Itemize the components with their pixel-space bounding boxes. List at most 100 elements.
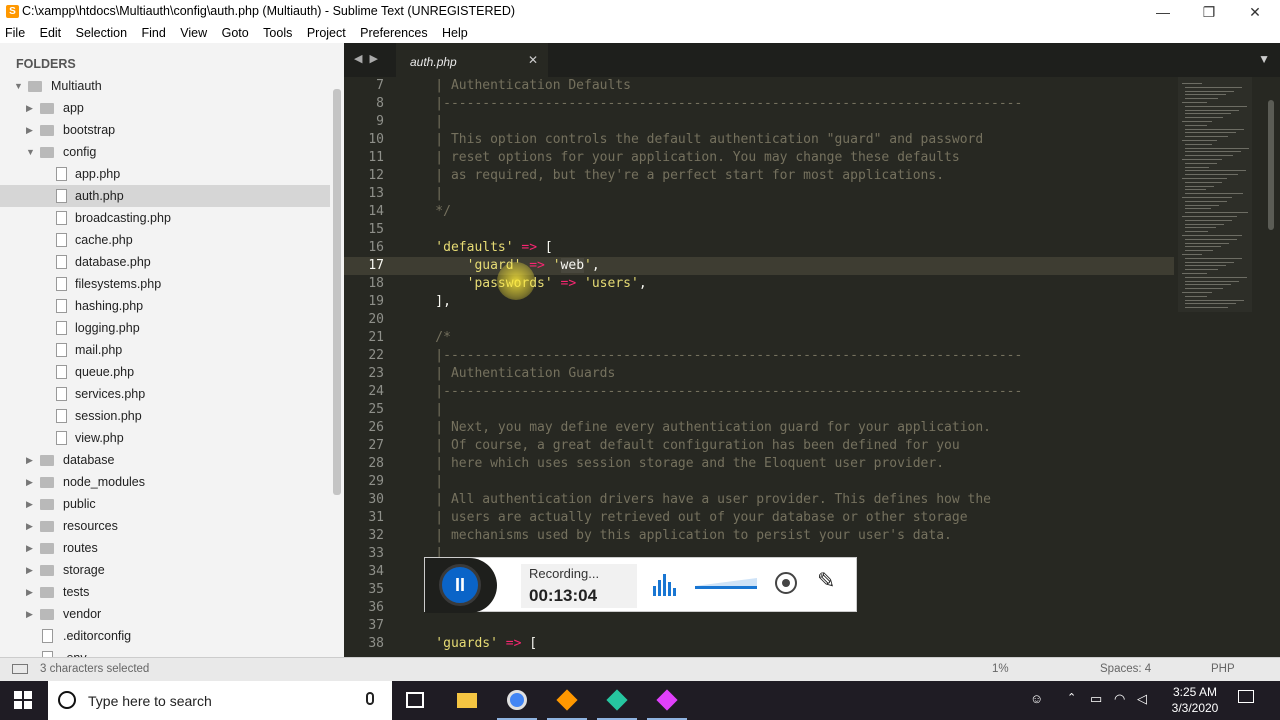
sidebar-item-auth-php[interactable]: auth.php xyxy=(0,185,330,207)
code-line[interactable]: 'guards' => [ xyxy=(404,635,537,653)
sidebar-item-mail-php[interactable]: mail.php xyxy=(0,339,330,361)
taskbar-file-explorer[interactable] xyxy=(443,681,491,720)
taskbar-app-multicolor[interactable] xyxy=(643,681,691,720)
code-line[interactable]: 'defaults' => [ xyxy=(404,239,552,257)
chevron-right-icon[interactable]: ▶ xyxy=(26,119,33,141)
code-line[interactable]: | as required, but they're a perfect sta… xyxy=(404,167,944,185)
volume-slider[interactable] xyxy=(695,586,757,589)
menu-edit[interactable]: Edit xyxy=(40,24,62,40)
code-line[interactable]: | xyxy=(404,473,443,491)
microphone-icon[interactable] xyxy=(366,692,374,705)
code-line[interactable]: | This option controls the default authe… xyxy=(404,131,983,149)
chevron-right-icon[interactable]: ▶ xyxy=(26,603,33,625)
minimap[interactable] xyxy=(1178,77,1252,312)
pen-icon[interactable]: ✎ xyxy=(817,568,835,594)
code-line[interactable]: | reset options for your application. Yo… xyxy=(404,149,959,167)
pause-recording-button[interactable]: II xyxy=(439,564,481,606)
chevron-right-icon[interactable]: ▶ xyxy=(26,581,33,603)
chevron-right-icon[interactable]: ▶ xyxy=(26,559,33,581)
sidebar-item-filesystems-php[interactable]: filesystems.php xyxy=(0,273,330,295)
code-line[interactable]: | xyxy=(404,401,443,419)
sidebar-item-session-php[interactable]: session.php xyxy=(0,405,330,427)
code-line[interactable]: | mechanisms used by this application to… xyxy=(404,527,952,545)
chevron-down-icon[interactable]: ▼ xyxy=(26,141,35,163)
code-line[interactable]: |---------------------------------------… xyxy=(404,383,1022,401)
tab-dropdown-icon[interactable]: ▼ xyxy=(1258,52,1270,66)
windows-start-icon[interactable] xyxy=(14,691,32,709)
minimize-button[interactable]: — xyxy=(1140,0,1186,24)
sidebar-item-database[interactable]: ▶ database xyxy=(0,449,330,471)
sidebar-item-routes[interactable]: ▶ routes xyxy=(0,537,330,559)
chevron-right-icon[interactable]: ▶ xyxy=(26,537,33,559)
menu-tools[interactable]: Tools xyxy=(263,24,292,40)
sidebar-item-vendor[interactable]: ▶ vendor xyxy=(0,603,330,625)
wifi-icon[interactable]: ◠ xyxy=(1114,691,1125,707)
chevron-right-icon[interactable]: ▶ xyxy=(26,515,33,537)
code-line[interactable]: | Of course, a great default configurati… xyxy=(404,437,959,455)
sidebar-item-node-modules[interactable]: ▶ node_modules xyxy=(0,471,330,493)
sidebar-item-app-php[interactable]: app.php xyxy=(0,163,330,185)
chevron-down-icon[interactable]: ▼ xyxy=(14,75,23,97)
sidebar-item-config[interactable]: ▼ config xyxy=(0,141,330,163)
sidebar-item-broadcasting-php[interactable]: broadcasting.php xyxy=(0,207,330,229)
sidebar-item-cache-php[interactable]: cache.php xyxy=(0,229,330,251)
taskbar-chrome[interactable] xyxy=(493,681,541,720)
tab-close-icon[interactable]: ✕ xyxy=(528,53,538,67)
taskbar-sublime-text[interactable] xyxy=(543,681,591,720)
code-line[interactable]: | Authentication Guards xyxy=(404,365,615,383)
audio-level-icon[interactable] xyxy=(653,574,679,596)
indentation-status[interactable]: Spaces: 4 xyxy=(1100,663,1151,675)
menu-file[interactable]: File xyxy=(5,24,25,40)
people-icon[interactable]: ☺ xyxy=(1030,691,1043,706)
chevron-right-icon[interactable]: ▶ xyxy=(26,493,33,515)
menu-view[interactable]: View xyxy=(180,24,207,40)
sidebar-item-app[interactable]: ▶ app xyxy=(0,97,330,119)
notifications-icon[interactable] xyxy=(1238,690,1254,703)
sidebar-item-logging-php[interactable]: logging.php xyxy=(0,317,330,339)
syntax-status[interactable]: PHP xyxy=(1211,663,1235,675)
close-button[interactable]: ✕ xyxy=(1232,0,1278,24)
code-line[interactable]: */ xyxy=(404,203,451,221)
code-line[interactable]: |---------------------------------------… xyxy=(404,347,1022,365)
webcam-icon[interactable] xyxy=(775,572,797,594)
sidebar-item-env[interactable]: .env xyxy=(0,647,330,657)
sidebar-item-bootstrap[interactable]: ▶ bootstrap xyxy=(0,119,330,141)
chevron-right-icon[interactable]: ▶ xyxy=(26,449,33,471)
tab-nav-arrows[interactable]: ◀ ▶ xyxy=(354,52,380,65)
sidebar-item-resources[interactable]: ▶ resources xyxy=(0,515,330,537)
taskbar-search-box[interactable]: Type here to search xyxy=(48,681,392,720)
code-line[interactable]: | here which uses session storage and th… xyxy=(404,455,944,473)
code-line[interactable]: | users are actually retrieved out of yo… xyxy=(404,509,967,527)
taskbar-app-green-arrow[interactable] xyxy=(593,681,641,720)
sidebar-item-public[interactable]: ▶ public xyxy=(0,493,330,515)
sidebar-item-view-php[interactable]: view.php xyxy=(0,427,330,449)
menu-preferences[interactable]: Preferences xyxy=(360,24,427,40)
code-line[interactable]: ], xyxy=(404,293,451,311)
sidebar-item-hashing-php[interactable]: hashing.php xyxy=(0,295,330,317)
panel-toggle-icon[interactable] xyxy=(12,664,28,674)
code-line[interactable]: /* xyxy=(404,329,451,347)
code-line[interactable]: | All authentication drivers have a user… xyxy=(404,491,991,509)
editor-scrollbar[interactable] xyxy=(1268,100,1274,230)
restore-button[interactable]: ❐ xyxy=(1186,0,1232,24)
code-line[interactable]: | Authentication Defaults xyxy=(404,77,631,95)
menu-help[interactable]: Help xyxy=(442,24,468,40)
sidebar-item-storage[interactable]: ▶ storage xyxy=(0,559,330,581)
sidebar-scrollbar[interactable] xyxy=(333,89,341,495)
menu-goto[interactable]: Goto xyxy=(222,24,249,40)
sidebar-item-database-php[interactable]: database.php xyxy=(0,251,330,273)
taskbar-task-view[interactable] xyxy=(392,681,440,720)
volume-icon[interactable]: ◁ xyxy=(1137,691,1147,707)
tab-auth-php[interactable]: auth.php ✕ xyxy=(396,43,548,77)
menu-find[interactable]: Find xyxy=(142,24,166,40)
code-line[interactable]: | Next, you may define every authenticat… xyxy=(404,419,991,437)
chevron-right-icon[interactable]: ▶ xyxy=(26,471,33,493)
chevron-right-icon[interactable]: ▶ xyxy=(26,97,33,119)
sidebar-item-multiauth[interactable]: ▼ Multiauth xyxy=(0,75,330,97)
sidebar-item-tests[interactable]: ▶ tests xyxy=(0,581,330,603)
sidebar-item-queue-php[interactable]: queue.php xyxy=(0,361,330,383)
code-line[interactable]: |---------------------------------------… xyxy=(404,95,1022,113)
taskbar-clock[interactable]: 3:25 AM 3/3/2020 xyxy=(1160,684,1230,716)
tray-chevron-icon[interactable]: ⌃ xyxy=(1067,691,1076,704)
code-line[interactable]: | xyxy=(404,113,443,131)
